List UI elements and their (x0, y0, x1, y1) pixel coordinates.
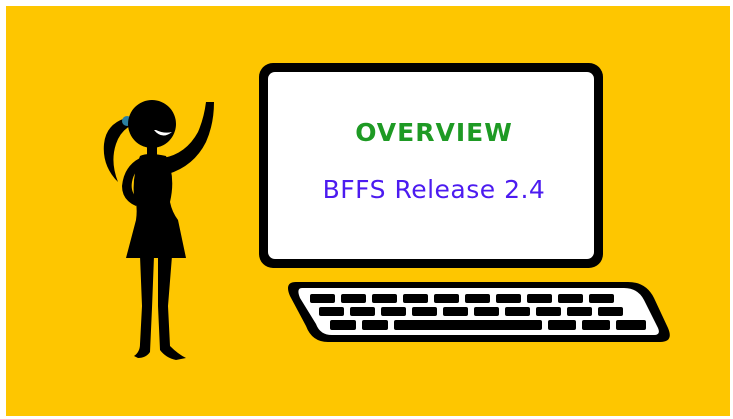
keyboard-key (443, 307, 468, 316)
keyboard-key (319, 307, 344, 316)
slide-title: OVERVIEW (355, 118, 513, 147)
keyboard-key (465, 294, 490, 303)
keyboard-key (505, 307, 530, 316)
slide-canvas: OVERVIEW BFFS Release 2.4 (6, 6, 730, 416)
slide-frame: OVERVIEW BFFS Release 2.4 (0, 0, 733, 419)
keyboard-key (496, 294, 521, 303)
keyboard-key (558, 294, 583, 303)
keyboard-key (412, 307, 437, 316)
woman-waving-icon (103, 100, 214, 360)
keyboard-key (598, 307, 623, 316)
keyboard-key (434, 294, 459, 303)
keyboard-key (403, 294, 428, 303)
keyboard-key (381, 307, 406, 316)
keyboard-key (310, 294, 335, 303)
keyboard-key (536, 307, 561, 316)
keyboard-key (527, 294, 552, 303)
keyboard-spacebar (394, 320, 542, 330)
keyboard-key (589, 294, 614, 303)
keyboard-key (567, 307, 592, 316)
keyboard-key (341, 294, 366, 303)
keyboard-key (582, 320, 610, 330)
slide-subtitle: BFFS Release 2.4 (322, 175, 546, 204)
keyboard-key (474, 307, 499, 316)
monitor-screen-content: OVERVIEW BFFS Release 2.4 (268, 72, 600, 262)
keyboard-key (372, 294, 397, 303)
keyboard-key (362, 320, 388, 330)
keyboard-key (330, 320, 356, 330)
keyboard-key (616, 320, 646, 330)
keyboard-key (548, 320, 576, 330)
keyboard-icon (288, 282, 670, 342)
keyboard-key (350, 307, 375, 316)
